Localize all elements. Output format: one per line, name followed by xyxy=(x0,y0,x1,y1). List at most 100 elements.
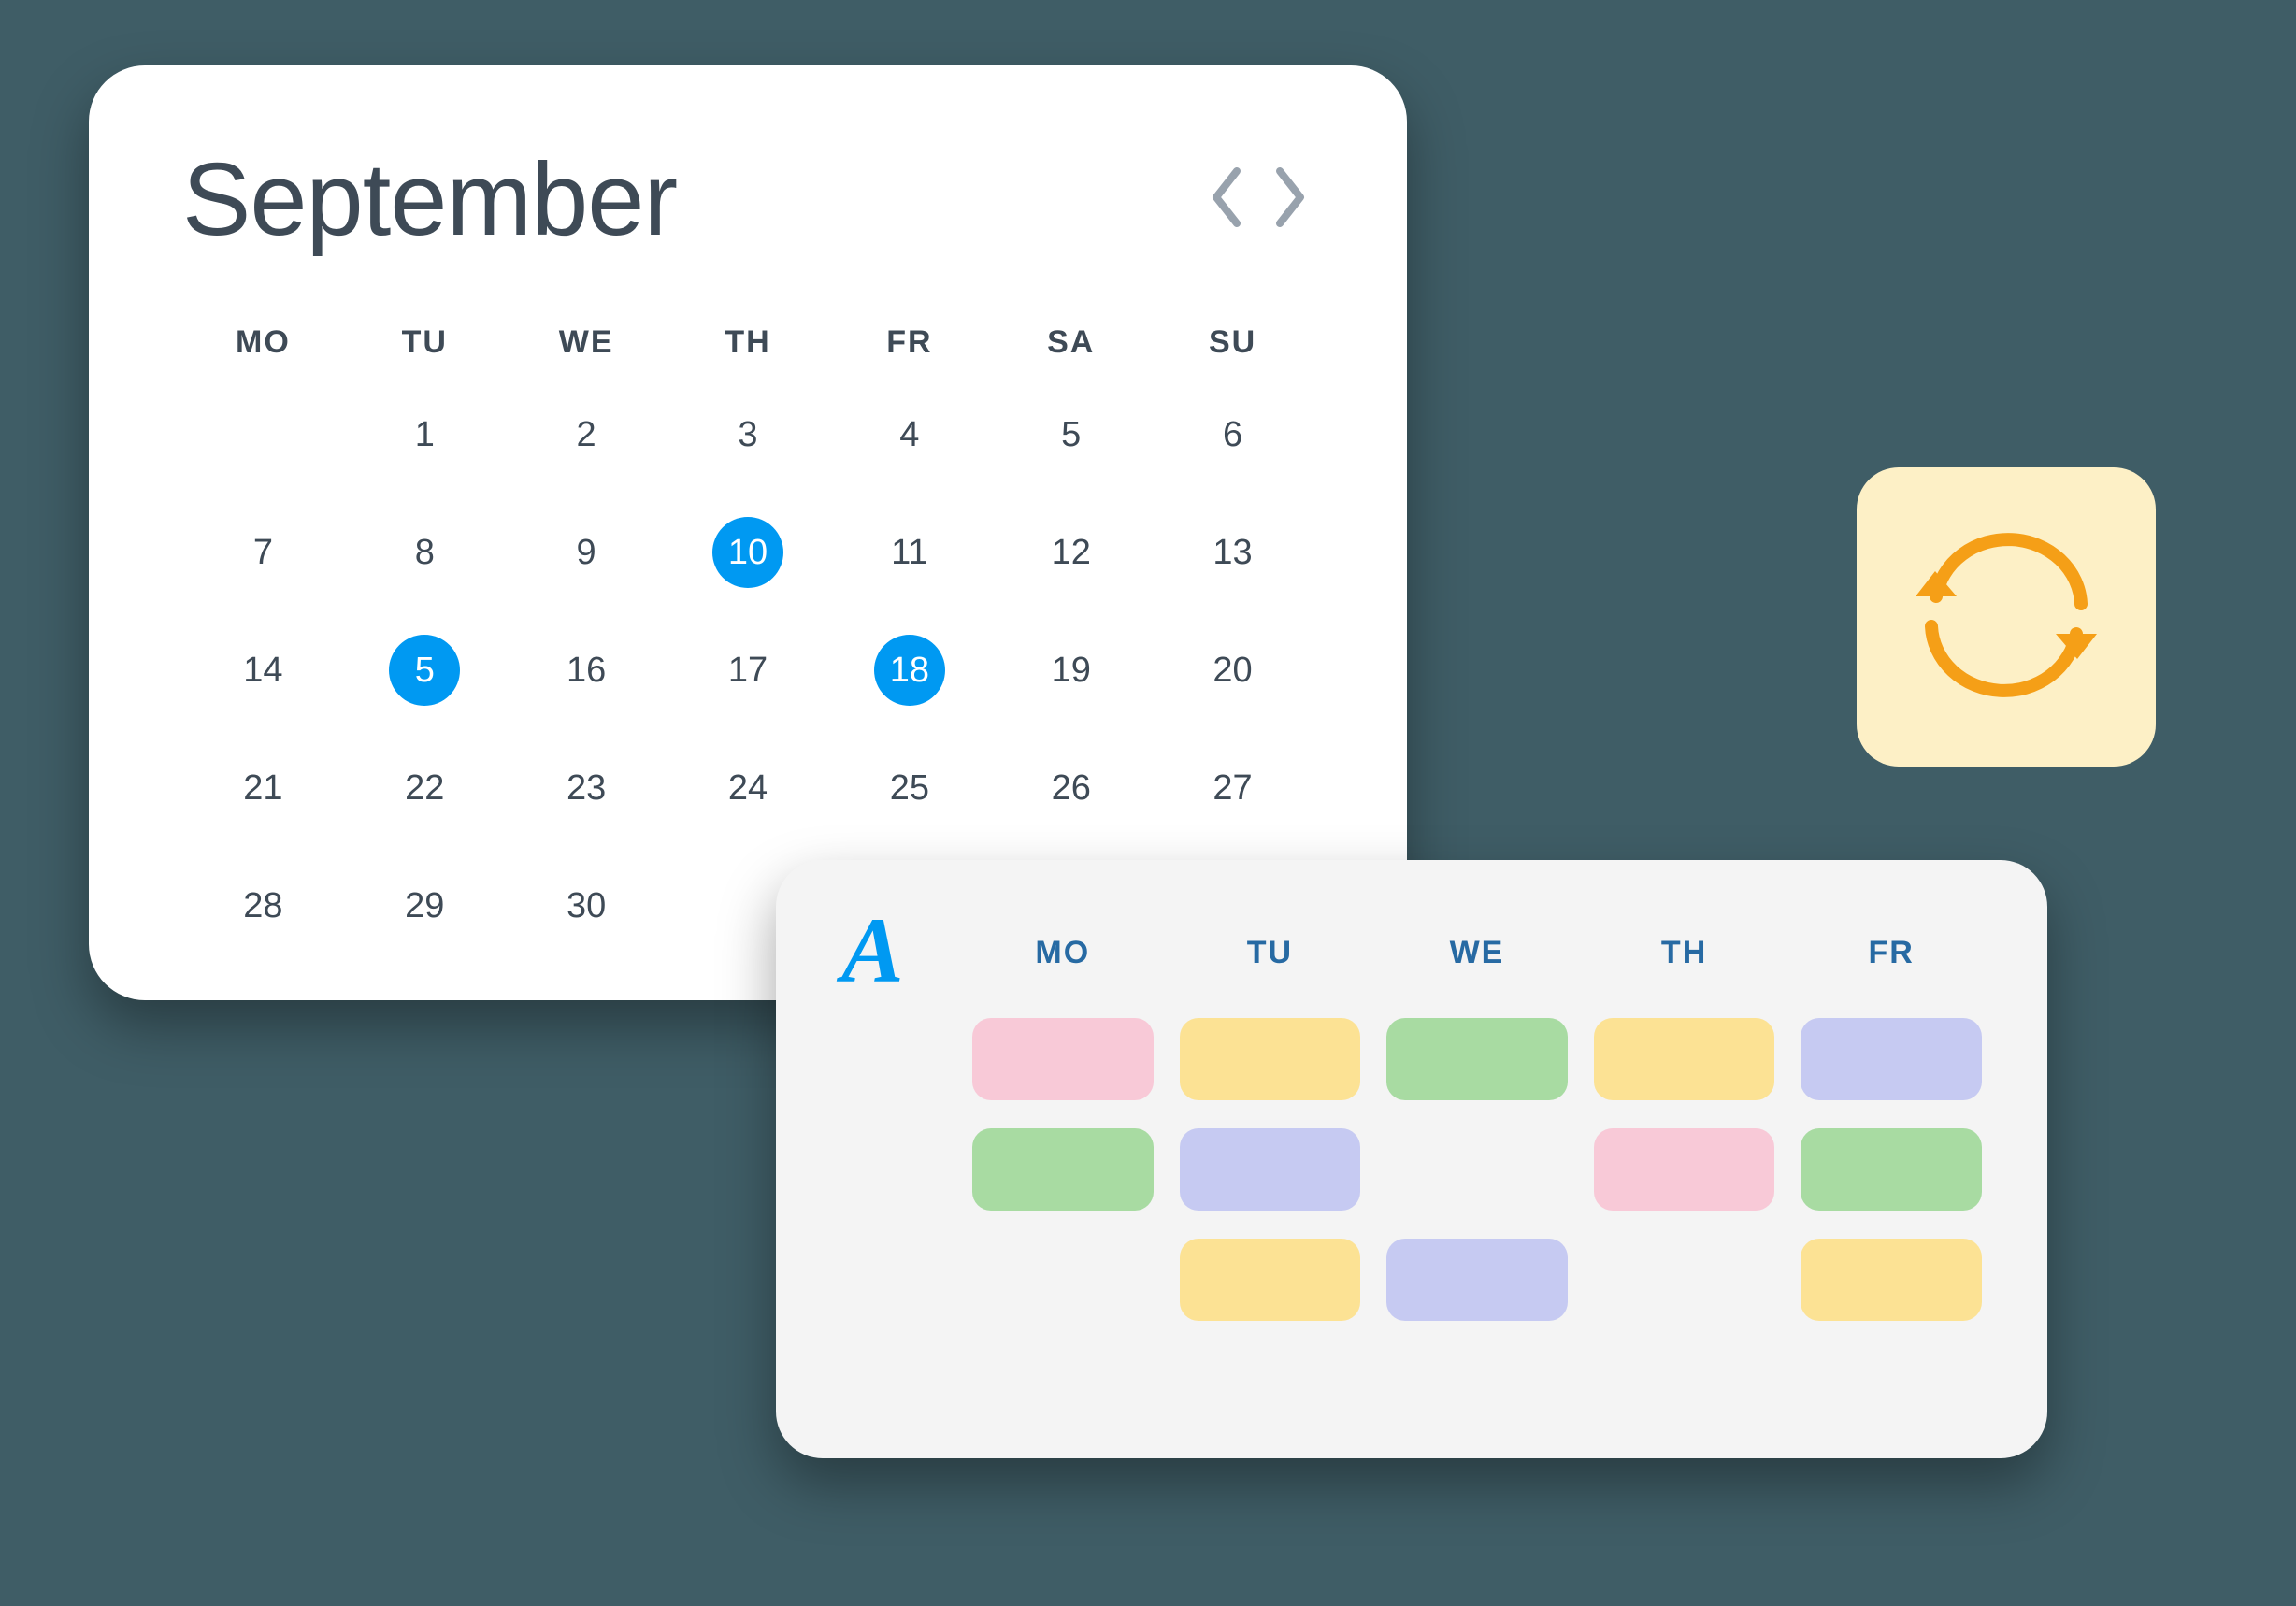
calendar-date-number: 25 xyxy=(874,753,945,824)
calendar-date-number: 1 xyxy=(389,399,460,470)
calendar-date-number: 17 xyxy=(712,635,783,706)
calendar-date-cell[interactable]: 19 xyxy=(990,634,1152,707)
calendar-date-number: 5 xyxy=(1036,399,1107,470)
calendar-date-number: 10 xyxy=(712,517,783,588)
schedule-empty-slot xyxy=(972,1239,1154,1321)
calendar-date-number: 3 xyxy=(712,399,783,470)
dow-label: WE xyxy=(506,324,667,361)
schedule-blocks-grid xyxy=(972,1018,1982,1321)
calendar-date-number: 27 xyxy=(1198,753,1269,824)
calendar-date-cell[interactable]: 2 xyxy=(506,398,667,471)
calendar-date-number: 5 xyxy=(389,635,460,706)
chevron-right-icon xyxy=(1270,164,1310,236)
calendar-date-number: 28 xyxy=(227,870,298,941)
sched-dow-label: TH xyxy=(1594,935,1775,971)
schedule-block[interactable] xyxy=(1801,1128,1982,1211)
calendar-date-cell[interactable]: 20 xyxy=(1152,634,1313,707)
calendar-date-cell[interactable]: 17 xyxy=(667,634,829,707)
calendar-date-cell[interactable]: 27 xyxy=(1152,752,1313,825)
calendar-date-cell[interactable]: 12 xyxy=(990,516,1152,589)
calendar-date-cell[interactable]: 18 xyxy=(828,634,990,707)
calendar-date-number: 12 xyxy=(1036,517,1107,588)
calendar-date-cell[interactable]: 5 xyxy=(344,634,506,707)
schedule-block[interactable] xyxy=(1386,1018,1568,1100)
calendar-date-cell[interactable]: 11 xyxy=(828,516,990,589)
calendar-date-number: 13 xyxy=(1198,517,1269,588)
schedule-block[interactable] xyxy=(1180,1239,1361,1321)
calendar-date-number: 6 xyxy=(1198,399,1269,470)
dow-label: MO xyxy=(182,324,344,361)
calendar-date-cell[interactable]: 10 xyxy=(667,516,829,589)
calendar-date-cell[interactable]: 26 xyxy=(990,752,1152,825)
sched-dow-label: FR xyxy=(1801,935,1982,971)
calendar-date-number: 30 xyxy=(551,870,622,941)
calendar-date-number: 24 xyxy=(712,753,783,824)
calendar-date-cell[interactable]: 16 xyxy=(506,634,667,707)
calendar-date-number: 20 xyxy=(1198,635,1269,706)
calendar-date-number: 22 xyxy=(389,753,460,824)
calendar-date-number: 9 xyxy=(551,517,622,588)
calendar-month-title: September xyxy=(182,140,677,259)
calendar-date-number: 4 xyxy=(874,399,945,470)
schedule-block[interactable] xyxy=(1594,1018,1775,1100)
calendar-date-cell[interactable]: 30 xyxy=(506,869,667,942)
schedule-block[interactable] xyxy=(1801,1018,1982,1100)
calendar-date-number: 2 xyxy=(551,399,622,470)
calendar-date-cell[interactable]: 8 xyxy=(344,516,506,589)
schedule-logo-col: A xyxy=(841,911,935,1412)
dow-label: TH xyxy=(667,324,829,361)
calendar-date-cell[interactable]: 14 xyxy=(182,634,344,707)
calendar-date-number: 29 xyxy=(389,870,460,941)
calendar-date-cell[interactable]: 22 xyxy=(344,752,506,825)
calendar-date-cell[interactable]: 25 xyxy=(828,752,990,825)
calendar-date-number: 19 xyxy=(1036,635,1107,706)
calendar-date-cell[interactable]: 6 xyxy=(1152,398,1313,471)
sched-dow-label: WE xyxy=(1386,935,1568,971)
calendar-date-number: 21 xyxy=(227,753,298,824)
calendar-date-cell[interactable]: 4 xyxy=(828,398,990,471)
calendar-date-number: 16 xyxy=(551,635,622,706)
prev-month-button[interactable] xyxy=(1203,163,1250,237)
schedule-block[interactable] xyxy=(972,1018,1154,1100)
chevron-left-icon xyxy=(1207,164,1246,236)
calendar-nav xyxy=(1203,163,1313,237)
calendar-date-cell xyxy=(182,398,344,471)
calendar-date-cell[interactable]: 3 xyxy=(667,398,829,471)
schedule-block[interactable] xyxy=(1180,1018,1361,1100)
schedule-card: A MO TU WE TH FR xyxy=(776,860,2047,1458)
calendar-date-cell[interactable]: 28 xyxy=(182,869,344,942)
dow-label: FR xyxy=(828,324,990,361)
schedule-block[interactable] xyxy=(1180,1128,1361,1211)
schedule-block[interactable] xyxy=(1386,1239,1568,1321)
calendar-date-number: 11 xyxy=(874,517,945,588)
schedule-empty-slot xyxy=(1594,1239,1775,1321)
calendar-date-cell[interactable]: 7 xyxy=(182,516,344,589)
next-month-button[interactable] xyxy=(1267,163,1313,237)
calendar-date-cell[interactable]: 29 xyxy=(344,869,506,942)
dow-label: TU xyxy=(344,324,506,361)
schedule-logo: A xyxy=(841,904,935,997)
calendar-date-number: 23 xyxy=(551,753,622,824)
calendar-date-cell[interactable]: 21 xyxy=(182,752,344,825)
schedule-dow-row: MO TU WE TH FR xyxy=(972,935,1982,971)
calendar-date-number: 7 xyxy=(227,517,298,588)
calendar-date-number: 26 xyxy=(1036,753,1107,824)
calendar-date-number: 18 xyxy=(874,635,945,706)
schedule-block[interactable] xyxy=(1594,1128,1775,1211)
calendar-date-cell[interactable]: 13 xyxy=(1152,516,1313,589)
calendar-date-cell[interactable]: 5 xyxy=(990,398,1152,471)
dow-label: SU xyxy=(1152,324,1313,361)
calendar-date-number: 8 xyxy=(389,517,460,588)
schedule-empty-slot xyxy=(1386,1128,1568,1211)
calendar-date-cell[interactable]: 23 xyxy=(506,752,667,825)
calendar-header: September xyxy=(182,140,1313,259)
calendar-date-cell[interactable]: 24 xyxy=(667,752,829,825)
schedule-block[interactable] xyxy=(1801,1239,1982,1321)
calendar-date-cell[interactable]: 9 xyxy=(506,516,667,589)
dow-label: SA xyxy=(990,324,1152,361)
sync-card[interactable] xyxy=(1857,467,2156,767)
calendar-date-cell[interactable]: 1 xyxy=(344,398,506,471)
schedule-block[interactable] xyxy=(972,1128,1154,1211)
calendar-dow-row: MO TU WE TH FR SA SU xyxy=(182,324,1313,361)
sync-icon xyxy=(1899,522,2114,713)
